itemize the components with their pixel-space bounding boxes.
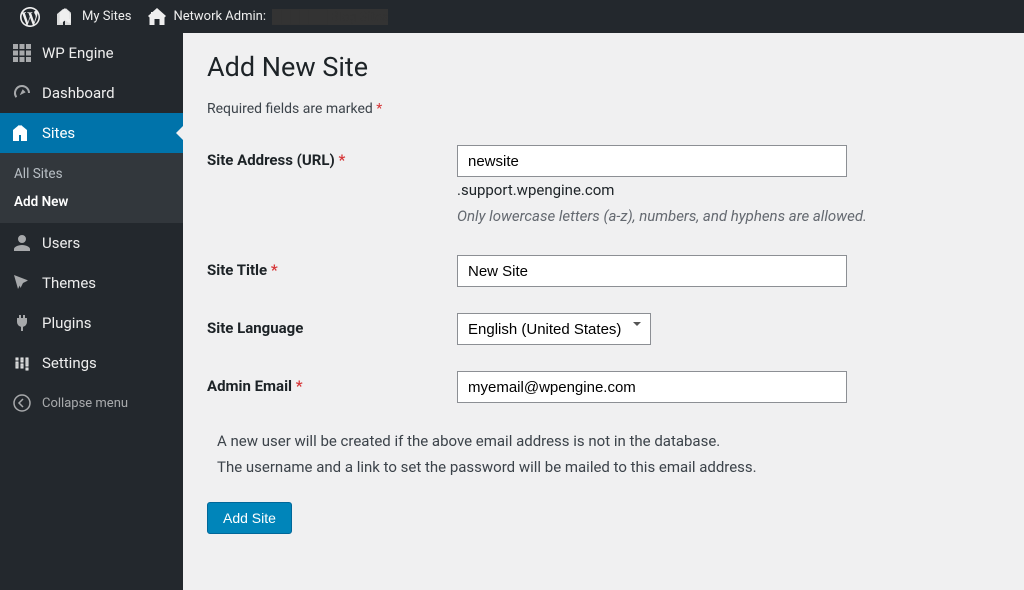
network-admin-label-prefix: Network Admin: <box>173 9 266 24</box>
admin-email-label: Admin Email * <box>207 371 457 395</box>
main-content: Add New Site Required fields are marked … <box>183 33 1024 590</box>
sidebar-item-wpengine[interactable]: WP Engine <box>0 33 183 73</box>
collapse-icon <box>12 393 32 413</box>
site-address-help: Only lowercase letters (a-z), numbers, a… <box>457 207 1000 225</box>
settings-icon <box>12 353 32 373</box>
network-admin-site-name: ██████ Blog Sites <box>272 9 388 25</box>
field-site-language: Site Language English (United States) <box>207 313 1000 345</box>
site-address-suffix: .support.wpengine.com <box>457 181 614 199</box>
field-site-address: Site Address (URL) * .support.wpengine.c… <box>207 145 1000 225</box>
admin-bar: My Sites Network Admin: ██████ Blog Site… <box>0 0 1024 33</box>
site-language-select[interactable]: English (United States) <box>457 313 651 345</box>
submenu-add-new[interactable]: Add New <box>0 188 183 216</box>
submenu-all-sites[interactable]: All Sites <box>0 160 183 188</box>
sidebar-item-themes[interactable]: Themes <box>0 263 183 303</box>
wpengine-icon <box>12 43 32 63</box>
sidebar-item-label: Settings <box>42 354 97 372</box>
site-address-input[interactable] <box>457 145 847 177</box>
sidebar-item-label: Plugins <box>42 314 91 332</box>
plugins-icon <box>12 313 32 333</box>
sidebar-item-label: Themes <box>42 274 96 292</box>
site-address-label: Site Address (URL) * <box>207 145 457 169</box>
my-sites-label: My Sites <box>82 9 131 24</box>
wp-logo-icon[interactable] <box>12 0 48 33</box>
network-admin-link[interactable]: Network Admin: ██████ Blog Sites <box>139 0 396 33</box>
sidebar-item-dashboard[interactable]: Dashboard <box>0 73 183 113</box>
collapse-menu[interactable]: Collapse menu <box>0 383 183 423</box>
dashboard-icon <box>12 83 32 103</box>
field-admin-email: Admin Email * <box>207 371 1000 403</box>
site-language-label: Site Language <box>207 313 457 337</box>
add-site-button[interactable]: Add Site <box>207 502 292 534</box>
email-info-text: A new user will be created if the above … <box>207 429 1000 480</box>
sidebar-item-users[interactable]: Users <box>0 223 183 263</box>
sidebar-item-label: Sites <box>42 124 75 142</box>
site-title-input[interactable] <box>457 255 847 287</box>
site-title-label: Site Title * <box>207 255 457 279</box>
page-title: Add New Site <box>207 51 1000 83</box>
field-site-title: Site Title * <box>207 255 1000 287</box>
themes-icon <box>12 273 32 293</box>
collapse-label: Collapse menu <box>42 396 128 411</box>
sidebar-item-label: WP Engine <box>42 44 114 62</box>
sidebar-item-sites[interactable]: Sites <box>0 113 183 153</box>
sites-submenu: All Sites Add New <box>0 153 183 223</box>
admin-email-input[interactable] <box>457 371 847 403</box>
admin-sidebar: WP Engine Dashboard Sites All Sites Add … <box>0 33 183 590</box>
sidebar-item-label: Users <box>42 234 80 252</box>
required-asterisk: * <box>376 101 382 117</box>
sidebar-item-settings[interactable]: Settings <box>0 343 183 383</box>
sites-icon <box>12 123 32 143</box>
my-sites-link[interactable]: My Sites <box>48 0 139 33</box>
sidebar-item-plugins[interactable]: Plugins <box>0 303 183 343</box>
sidebar-item-label: Dashboard <box>42 84 115 102</box>
required-fields-note: Required fields are marked * <box>207 101 1000 117</box>
users-icon <box>12 233 32 253</box>
